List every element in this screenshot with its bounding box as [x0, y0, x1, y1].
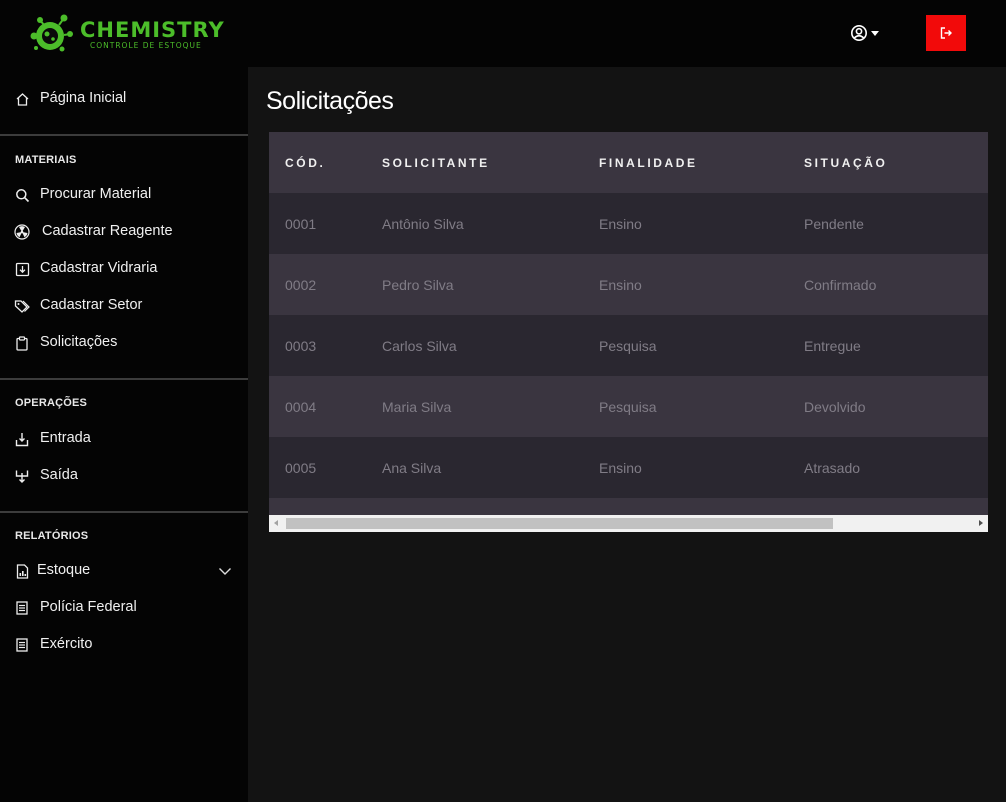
sidebar-item-label: Cadastrar Reagente — [42, 223, 173, 239]
clipboard-icon — [14, 335, 30, 351]
report-chart-icon — [14, 563, 30, 579]
table-row[interactable]: 0005 Ana Silva Ensino Atrasado — [269, 437, 988, 498]
inbox-in-icon — [14, 431, 30, 447]
section-title-materiais: MATERIAIS — [15, 154, 77, 166]
sidebar-item-cadastrar-vidraria[interactable]: Cadastrar Vidraria — [0, 254, 248, 284]
scroll-right-icon[interactable] — [979, 520, 983, 526]
sidebar-item-entrada[interactable]: Entrada — [0, 424, 248, 454]
chevron-down-icon[interactable] — [218, 564, 232, 578]
cell-situacao: Devolvido — [804, 376, 988, 437]
cell-solicitante: Antônio Silva — [382, 193, 599, 254]
sidebar-item-solicitacoes[interactable]: Solicitações — [0, 328, 248, 358]
sidebar-item-label: Cadastrar Vidraria — [40, 260, 158, 276]
document-icon — [14, 600, 30, 616]
logo[interactable]: CHEMISTRY CONTROLE DE ESTOQUE — [26, 10, 224, 56]
column-header-codigo[interactable]: CÓD. — [269, 132, 382, 193]
sidebar-item-home[interactable]: Página Inicial — [0, 84, 248, 114]
divider — [0, 134, 248, 136]
sidebar-item-label: Cadastrar Setor — [40, 297, 143, 313]
download-box-icon — [14, 261, 30, 277]
sidebar-item-label: Procurar Material — [40, 186, 152, 202]
cell-solicitante: Pedro Silva — [382, 254, 599, 315]
sidebar-item-exercito[interactable]: Exército — [0, 630, 248, 660]
cell-codigo: 0004 — [269, 376, 382, 437]
requests-table: CÓD. SOLICITANTE FINALIDADE SITUAÇÃO 000… — [269, 132, 988, 532]
logout-button[interactable] — [926, 15, 966, 51]
cell-finalidade: Ensino — [599, 437, 804, 498]
sidebar-item-label: Estoque — [37, 562, 91, 578]
document-icon — [14, 637, 30, 653]
table-row[interactable]: 0001 Antônio Silva Ensino Pendente — [269, 193, 988, 254]
sidebar-item-cadastrar-reagente[interactable]: Cadastrar Reagente — [0, 217, 248, 247]
user-circle-icon — [851, 25, 867, 41]
sidebar-item-label: Página Inicial — [40, 90, 127, 106]
divider — [0, 511, 248, 513]
cell-codigo: 0002 — [269, 254, 382, 315]
cell-situacao: Entregue — [804, 315, 988, 376]
cell-situacao: Confirmado — [804, 254, 988, 315]
search-icon — [14, 187, 30, 203]
cell-situacao: Atrasado — [804, 437, 988, 498]
inbox-out-icon — [14, 468, 30, 484]
column-header-finalidade[interactable]: FINALIDADE — [599, 132, 804, 193]
cell-finalidade: Ensino — [599, 193, 804, 254]
cell-codigo: 0001 — [269, 193, 382, 254]
table-row[interactable]: 0003 Carlos Silva Pesquisa Entregue — [269, 315, 988, 376]
scroll-left-icon[interactable] — [274, 520, 278, 526]
divider — [0, 378, 248, 380]
section-title-relatorios: RELATÓRIOS — [15, 530, 89, 542]
sidebar-item-label: Solicitações — [40, 334, 118, 350]
column-header-solicitante[interactable]: SOLICITANTE — [382, 132, 599, 193]
home-icon — [14, 91, 30, 107]
sidebar: Página Inicial MATERIAIS Procurar Materi… — [0, 67, 248, 802]
caret-down-icon — [871, 30, 879, 36]
radiation-icon — [14, 224, 30, 240]
user-menu-button[interactable] — [850, 22, 879, 44]
sidebar-item-policia-federal[interactable]: Polícia Federal — [0, 593, 248, 623]
sidebar-item-label: Saída — [40, 467, 78, 483]
horizontal-scrollbar[interactable] — [269, 515, 988, 532]
sidebar-item-label: Exército — [40, 636, 93, 652]
sidebar-item-cadastrar-setor[interactable]: Cadastrar Setor — [0, 291, 248, 321]
scrollbar-thumb[interactable] — [286, 518, 833, 529]
cell-codigo: 0005 — [269, 437, 382, 498]
page-title: Solicitações — [266, 87, 394, 115]
top-bar: CHEMISTRY CONTROLE DE ESTOQUE — [0, 0, 1006, 67]
cell-solicitante: Maria Silva — [382, 376, 599, 437]
brand-subtitle: CONTROLE DE ESTOQUE — [90, 41, 202, 50]
cell-codigo: 0003 — [269, 315, 382, 376]
logout-icon — [940, 27, 952, 39]
table-header-row: CÓD. SOLICITANTE FINALIDADE SITUAÇÃO — [269, 132, 988, 193]
cell-solicitante: Ana Silva — [382, 437, 599, 498]
section-title-operacoes: OPERAÇÕES — [15, 397, 88, 409]
cell-finalidade: Ensino — [599, 254, 804, 315]
cell-situacao: Pendente — [804, 193, 988, 254]
cell-solicitante: Carlos Silva — [382, 315, 599, 376]
sidebar-item-estoque[interactable]: Estoque — [0, 556, 248, 586]
table-row[interactable]: 0002 Pedro Silva Ensino Confirmado — [269, 254, 988, 315]
sidebar-item-procurar-material[interactable]: Procurar Material — [0, 180, 248, 210]
flask-logo-icon — [30, 14, 73, 52]
table-row[interactable]: 0004 Maria Silva Pesquisa Devolvido — [269, 376, 988, 437]
brand-name: CHEMISTRY — [80, 18, 225, 42]
requests-table-container: CÓD. SOLICITANTE FINALIDADE SITUAÇÃO 000… — [269, 132, 988, 532]
main-content: Solicitações CÓD. SOLICITANTE FINALIDADE… — [248, 67, 1006, 802]
sidebar-item-label: Polícia Federal — [40, 599, 137, 615]
cell-finalidade: Pesquisa — [599, 376, 804, 437]
sidebar-item-saida[interactable]: Saída — [0, 461, 248, 491]
sidebar-item-label: Entrada — [40, 430, 91, 446]
column-header-situacao[interactable]: SITUAÇÃO — [804, 132, 988, 193]
cell-finalidade: Pesquisa — [599, 315, 804, 376]
tags-icon — [14, 298, 30, 314]
